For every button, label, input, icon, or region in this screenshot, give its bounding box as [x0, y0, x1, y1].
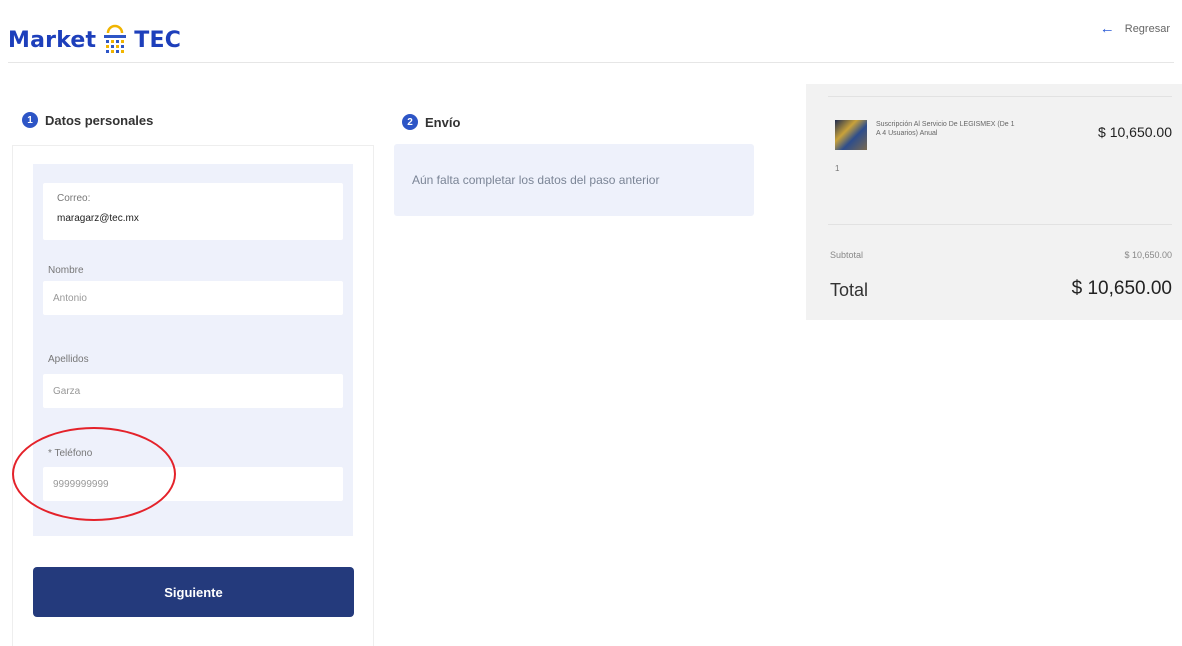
shopping-basket-icon — [102, 23, 128, 57]
step-title: Envío — [425, 114, 461, 130]
subtotal-value: $ 10,650.00 — [1124, 250, 1172, 260]
order-summary: Suscripción Al Servicio De LEGISMEX (De … — [806, 84, 1182, 320]
brand-logo[interactable]: Market TEC — [8, 20, 181, 60]
next-button[interactable]: Siguiente — [33, 567, 354, 617]
product-thumbnail — [835, 120, 867, 150]
product-quantity: 1 — [835, 164, 840, 173]
subtotal-label: Subtotal — [830, 250, 864, 260]
product-price: $ 10,650.00 — [1098, 124, 1172, 140]
step-number-badge: 1 — [22, 112, 38, 128]
shipping-pending-message: Aún falta completar los datos del paso a… — [412, 173, 660, 187]
header-divider — [8, 62, 1174, 63]
email-value: maragarz@tec.mx — [57, 213, 139, 224]
total-value: $ 10,650.00 — [1071, 278, 1172, 299]
email-label: Correo: — [57, 193, 91, 204]
lastname-label: Apellidos — [48, 354, 89, 365]
total-label: Total — [830, 280, 869, 300]
arrow-left-icon: ← — [1099, 20, 1115, 37]
summary-divider — [828, 224, 1172, 225]
step-shipping: 2 Envío — [402, 114, 460, 130]
email-readonly-box: Correo: maragarz@tec.mx — [43, 183, 343, 240]
brand-name-left: Market — [8, 27, 97, 53]
brand-name-right: TEC — [134, 27, 182, 53]
annotation-ellipse — [12, 427, 176, 521]
step-number-badge: 2 — [402, 114, 418, 130]
back-label: Regresar — [1124, 22, 1170, 35]
step-title: Datos personales — [45, 112, 154, 128]
step-personal-data: 1 Datos personales — [22, 112, 153, 128]
name-input[interactable]: Antonio — [43, 281, 343, 315]
summary-divider — [828, 96, 1172, 97]
name-label: Nombre — [48, 265, 84, 276]
lastname-input[interactable]: Garza — [43, 374, 343, 408]
back-link[interactable]: ← Regresar — [1100, 20, 1170, 37]
shipping-pending-box: Aún falta completar los datos del paso a… — [394, 144, 754, 216]
product-name: Suscripción Al Servicio De LEGISMEX (De … — [876, 121, 1015, 137]
